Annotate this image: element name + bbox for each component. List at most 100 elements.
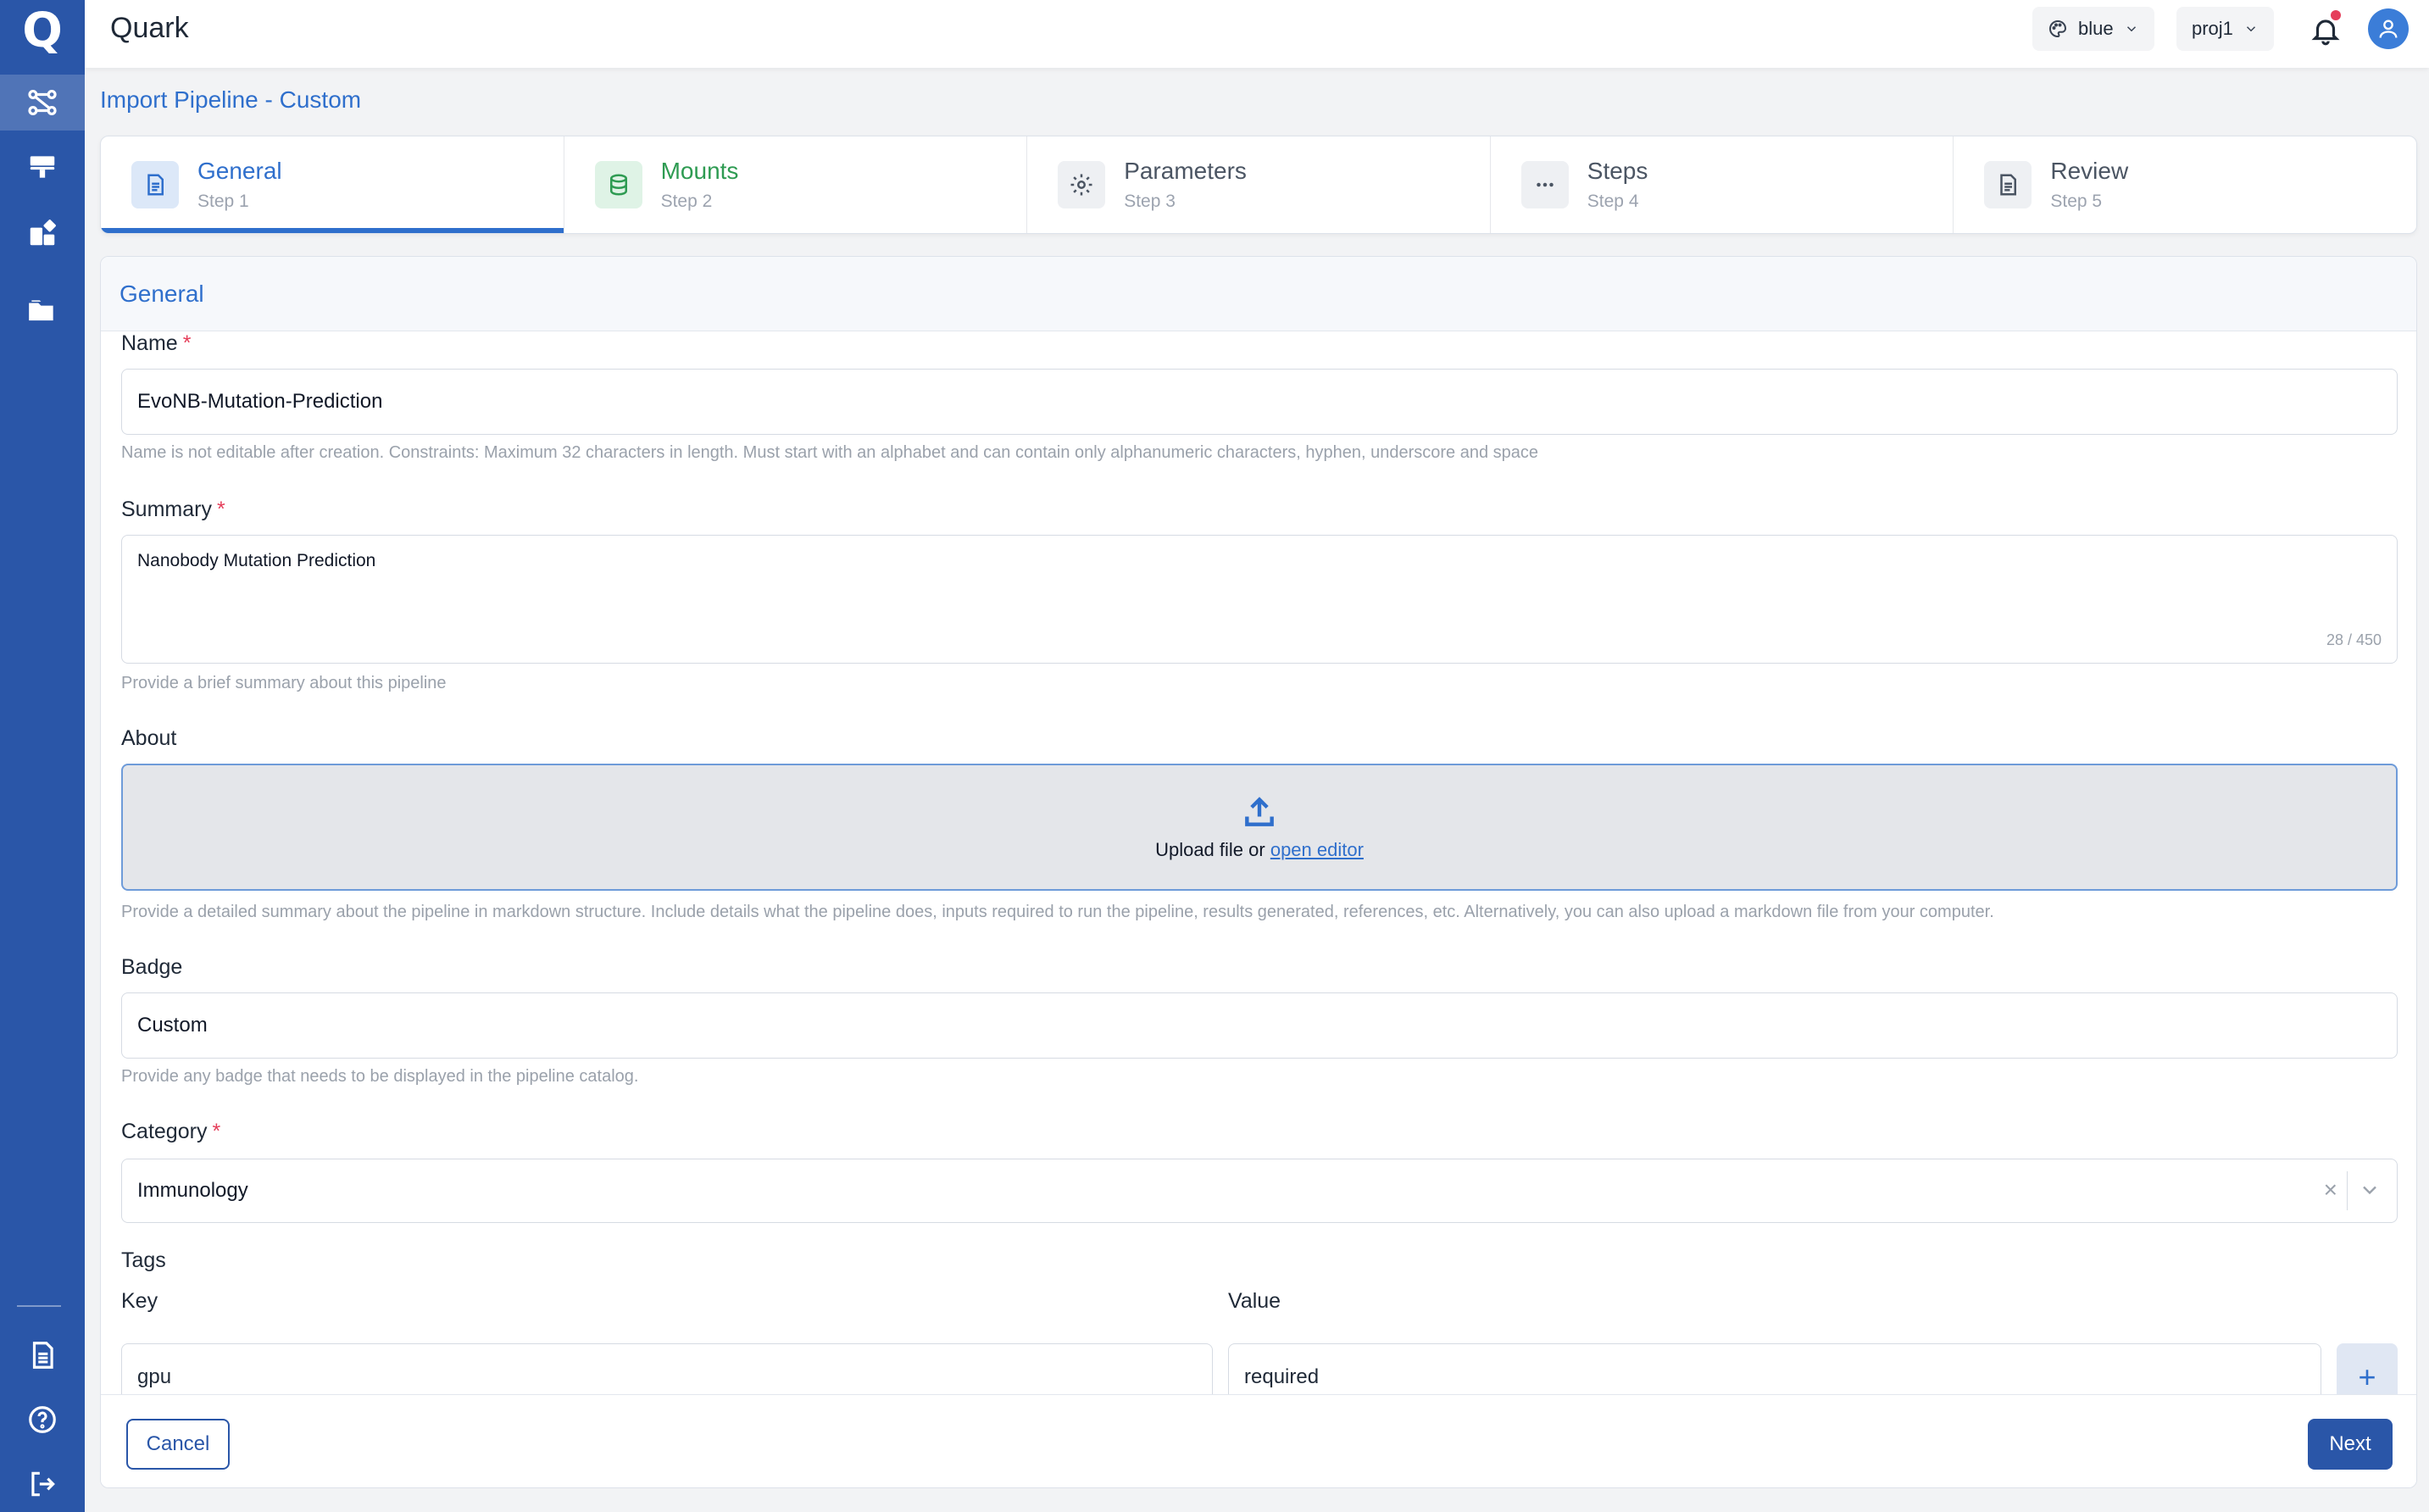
document-icon (32, 1342, 53, 1369)
step-title: Mounts (660, 158, 739, 184)
topbar: Quark blue proj1 (85, 0, 2429, 68)
required-mark: * (216, 498, 225, 521)
more-icon (1537, 182, 1554, 187)
server-icon (30, 156, 55, 178)
page-title: Import Pipeline - Custom (100, 86, 362, 113)
badge-input[interactable]: Custom (121, 992, 2398, 1059)
stepper: General Step 1 Mounts Step 2 Parameters … (100, 136, 2417, 234)
step-icon-wrap (1520, 161, 1569, 208)
sidebar-item-files[interactable] (0, 283, 85, 339)
clear-icon[interactable]: × (2324, 1176, 2337, 1203)
tag-key-value: gpu (137, 1365, 172, 1388)
help-icon (29, 1406, 56, 1433)
step-text: General Step 1 (197, 158, 282, 212)
chevron-down-icon (2126, 26, 2136, 32)
about-helper: Provide a detailed summary about the pip… (121, 903, 1994, 921)
step-title: Parameters (1124, 158, 1247, 184)
step-text: Review Step 5 (2050, 158, 2128, 212)
project-select-value: proj1 (2192, 18, 2233, 39)
name-helper: Name is not editable after creation. Con… (121, 443, 1539, 462)
upload-prompt: Upload file or (1155, 839, 1270, 860)
logout-icon (31, 1471, 55, 1497)
open-editor-link[interactable]: open editor (1270, 839, 1364, 860)
user-icon (2379, 19, 2398, 38)
step-icon-wrap (594, 161, 642, 208)
summary-textarea[interactable]: Nanobody Mutation Prediction 28 / 450 (121, 535, 2398, 664)
name-input[interactable]: EvoNB-Mutation-Prediction (121, 369, 2398, 435)
sidebar-item-stations[interactable] (0, 139, 85, 195)
palette-icon (2049, 19, 2067, 38)
category-select[interactable]: Immunology × (121, 1159, 2398, 1223)
folder-icon (29, 300, 53, 321)
sidebar-item-pipelines[interactable] (0, 75, 85, 131)
form-card: General Name * EvoNB-Mutation-Prediction … (100, 256, 2417, 1488)
step-text: Mounts Step 2 (661, 158, 739, 212)
name-label: Name * (121, 331, 191, 356)
step-title: General (197, 158, 282, 184)
chevron-down-icon (2363, 1186, 2376, 1195)
notifications-button[interactable] (2305, 10, 2346, 51)
tag-value-value: required (1244, 1365, 1320, 1388)
step-icon-wrap (131, 161, 179, 208)
step-general[interactable]: General Step 1 (101, 136, 564, 233)
project-select[interactable]: proj1 (2176, 7, 2274, 51)
step-subtitle: Step 1 (197, 192, 249, 211)
form-footer: Cancel Next (101, 1394, 2416, 1487)
name-label-text: Name (121, 331, 178, 355)
sidebar-divider (17, 1305, 61, 1307)
gear-icon (1070, 174, 1092, 196)
next-button[interactable]: Next (2308, 1419, 2393, 1470)
sidebar-item-docs[interactable] (0, 1327, 85, 1383)
step-text: Parameters Step 3 (1124, 158, 1247, 212)
select-divider (2347, 1171, 2348, 1210)
badge-input-value: Custom (137, 1014, 208, 1037)
about-upload-dropzone[interactable]: Upload file or open editor (121, 764, 2398, 891)
cancel-button[interactable]: Cancel (126, 1419, 230, 1470)
step-subtitle: Step 4 (1587, 192, 1639, 211)
badge-label: Badge (121, 955, 183, 979)
tags-label: Tags (121, 1248, 166, 1272)
step-subtitle: Step 2 (660, 192, 713, 211)
step-icon-wrap (1058, 161, 1106, 208)
category-dropdown-toggle[interactable] (2358, 1178, 2382, 1208)
about-label: About (121, 726, 177, 750)
user-avatar[interactable] (2368, 8, 2409, 49)
puzzle-icon (30, 220, 56, 246)
step-mounts[interactable]: Mounts Step 2 (564, 136, 1028, 233)
category-label: Category * (121, 1120, 220, 1144)
step-review[interactable]: Review Step 5 (1954, 136, 2416, 233)
section-title: General (101, 257, 2416, 331)
theme-select-value: blue (2078, 18, 2114, 39)
sidebar-item-logout[interactable] (0, 1456, 85, 1512)
database-icon (609, 174, 627, 196)
app-logo[interactable]: Q (12, 3, 73, 58)
app-title: Quark (110, 12, 189, 44)
required-mark: * (182, 331, 192, 355)
step-title: Review (2050, 158, 2129, 184)
sidebar-item-extensions[interactable] (0, 205, 85, 261)
summary-char-counter: 28 / 450 (2326, 631, 2382, 648)
notification-dot (2331, 10, 2341, 20)
theme-select[interactable]: blue (2032, 7, 2154, 51)
summary-label: Summary * (121, 498, 225, 522)
category-select-value: Immunology (137, 1179, 248, 1202)
sidebar-item-help[interactable] (0, 1392, 85, 1448)
tag-value-label: Value (1228, 1289, 1281, 1313)
step-subtitle: Step 5 (2050, 192, 2103, 211)
upload-text: Upload file or open editor (1155, 839, 1364, 861)
summary-label-text: Summary (121, 498, 212, 521)
summary-helper: Provide a brief summary about this pipel… (121, 674, 447, 692)
step-steps[interactable]: Steps Step 4 (1491, 136, 1954, 233)
step-parameters[interactable]: Parameters Step 3 (1027, 136, 1491, 233)
name-input-value: EvoNB-Mutation-Prediction (137, 390, 383, 413)
document-icon (147, 174, 164, 196)
workflow-icon (28, 89, 57, 116)
step-text: Steps Step 4 (1587, 158, 1648, 212)
step-title: Steps (1587, 158, 1648, 184)
step-icon-wrap (1984, 161, 2032, 208)
required-mark: * (212, 1120, 221, 1143)
upload-icon (1245, 797, 1274, 826)
category-label-text: Category (121, 1120, 208, 1143)
step-subtitle: Step 3 (1124, 192, 1176, 211)
tag-key-label: Key (121, 1289, 158, 1313)
